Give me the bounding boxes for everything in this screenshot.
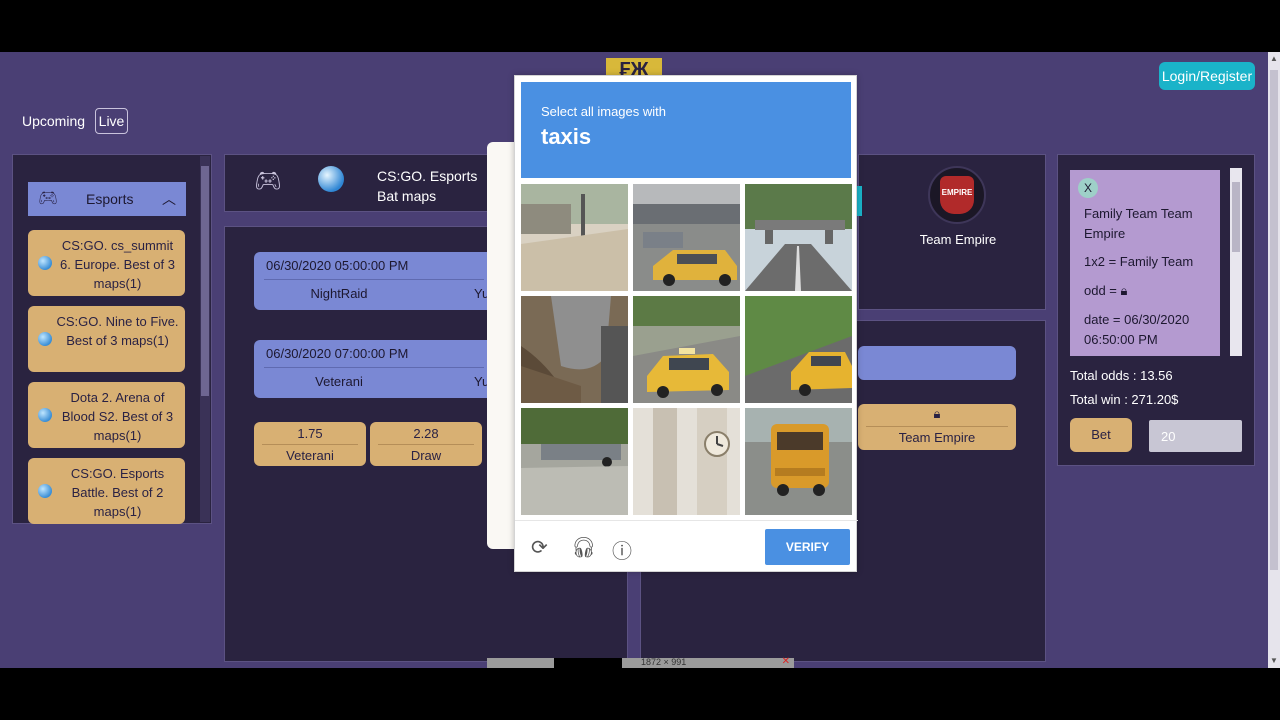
captcha-tile-taxi-parking-lot[interactable] [633, 184, 740, 291]
odd-value: 1.75 [297, 426, 323, 441]
captcha-tile-school-bus[interactable] [745, 408, 852, 515]
odd-name: Veterani [286, 448, 334, 463]
slip-title: Family Team Team Empire [1084, 206, 1193, 241]
slip-odd: odd = 🔒︎ [1084, 283, 1128, 298]
captcha-tile-street-corner[interactable] [521, 184, 628, 291]
modal-backdrop-panel [487, 142, 517, 549]
captcha-instruction: Select all images with [541, 104, 666, 119]
tab-upcoming[interactable]: Upcoming [22, 108, 85, 134]
captcha-tile-road-bridge[interactable] [745, 184, 852, 291]
globe-icon [38, 256, 52, 270]
sidebar-item-tournament[interactable]: CS:GO. Nine to Five. Best of 3 maps(1) [28, 306, 185, 372]
lock-icon: 🔒︎ [933, 406, 941, 421]
globe-icon [38, 332, 52, 346]
bet-button[interactable]: Bet [1070, 418, 1132, 452]
odd-value: 2.28 [413, 426, 439, 441]
login-register-button[interactable]: Login/Register [1159, 62, 1255, 90]
team-name: Team Empire [919, 232, 997, 247]
recorder-toolbar: 1872 × 991 ✕ [487, 656, 794, 668]
chevron-up-icon[interactable]: ︿ [162, 182, 176, 216]
tournament-label: CS:GO. Nine to Five. Best of 3 maps(1) [56, 314, 179, 348]
captcha-header: Select all images with taxis [521, 82, 851, 178]
event-title: CS:GO. Esports Bat maps [377, 168, 478, 204]
total-win: Total win : 271.20$ [1070, 392, 1179, 407]
odd-name: Team Empire [898, 430, 976, 445]
logo-text: EMPIRE [941, 188, 973, 197]
bet-amount-input[interactable] [1149, 420, 1242, 452]
odd-button-team-empire[interactable]: 🔒︎ Team Empire [858, 404, 1016, 450]
captcha-dialog: Select all images with taxis ⟳ 🎧︎ ⓘ VERI… [514, 75, 858, 572]
sidebar-scrollbar[interactable] [200, 156, 210, 522]
match-team: Veterani [315, 374, 363, 389]
captcha-tile-clock-tower[interactable] [633, 408, 740, 515]
tournament-label: Dota 2. Arena of Blood S2. Best of 3 map… [61, 390, 174, 443]
total-odds: Total odds : 13.56 [1070, 368, 1173, 383]
betting-app: ₣Ж Login/Register Upcoming Live 🎮︎ Espor… [0, 52, 1280, 668]
bet-slip-item: X Family Team Team Empire 1x2 = Family T… [1070, 170, 1220, 356]
verify-button[interactable]: VERIFY [765, 529, 850, 565]
gamepad-icon: 🎮︎ [38, 190, 59, 207]
esports-category-header[interactable]: 🎮︎ Esports ︿ [28, 182, 186, 216]
match-datetime: 06/30/2020 05:00:00 PM [266, 258, 409, 273]
page-scrollbar[interactable]: ▲ ▼ [1268, 52, 1280, 668]
gamepad-icon: 🎮︎ [254, 168, 282, 193]
remove-bet-button[interactable]: X [1078, 178, 1098, 198]
match-bar[interactable] [858, 346, 1016, 380]
close-icon[interactable]: ✕ [782, 656, 790, 667]
captcha-target: taxis [541, 124, 592, 149]
slip-date: date = 06/30/2020 06:50:00 PM [1084, 312, 1190, 347]
match-card[interactable]: 06/30/2020 05:00:00 PM NightRaid Yu [254, 252, 494, 310]
globe-icon [318, 166, 344, 192]
captcha-tile-taxi-grass-road[interactable] [745, 296, 852, 403]
odd-name: Draw [410, 448, 442, 463]
slip-scrollbar[interactable] [1230, 168, 1242, 356]
tournament-label: CS:GO. Esports Battle. Best of 2 maps(1) [70, 466, 165, 519]
slip-market: 1x2 = Family Team [1084, 254, 1194, 269]
captcha-image-grid [521, 184, 852, 515]
match-card[interactable]: 06/30/2020 07:00:00 PM Veterani Yu [254, 340, 494, 398]
info-icon[interactable]: ⓘ [612, 535, 632, 564]
resolution-label: 1872 × 991 [641, 657, 687, 667]
category-label: Esports [86, 191, 134, 207]
odd-button-draw[interactable]: 2.28 Draw [370, 422, 482, 466]
odd-button-veterani[interactable]: 1.75 Veterani [254, 422, 366, 466]
headphones-icon[interactable]: 🎧︎ [571, 535, 596, 560]
match-datetime: 06/30/2020 07:00:00 PM [266, 346, 409, 361]
globe-icon [38, 408, 52, 422]
team-empire-logo: EMPIRE [928, 166, 986, 224]
tab-live[interactable]: Live [95, 108, 128, 134]
reload-icon[interactable]: ⟳ [531, 535, 548, 560]
globe-icon [38, 484, 52, 498]
sidebar-item-tournament[interactable]: Dota 2. Arena of Blood S2. Best of 3 map… [28, 382, 185, 448]
match-team: NightRaid [310, 286, 368, 301]
captcha-tile-road-grass[interactable] [521, 408, 628, 515]
sidebar-item-tournament[interactable]: CS:GO. cs_summit 6. Europe. Best of 3 ma… [28, 230, 185, 296]
captcha-tile-taxi-road[interactable] [633, 296, 740, 403]
sidebar-item-tournament[interactable]: CS:GO. Esports Battle. Best of 2 maps(1) [28, 458, 185, 524]
captcha-footer: ⟳ 🎧︎ ⓘ VERIFY [515, 520, 858, 572]
tournament-label: CS:GO. cs_summit 6. Europe. Best of 3 ma… [60, 238, 175, 291]
captcha-tile-tree-trunk[interactable] [521, 296, 628, 403]
lock-icon: 🔒︎ [1120, 283, 1128, 298]
